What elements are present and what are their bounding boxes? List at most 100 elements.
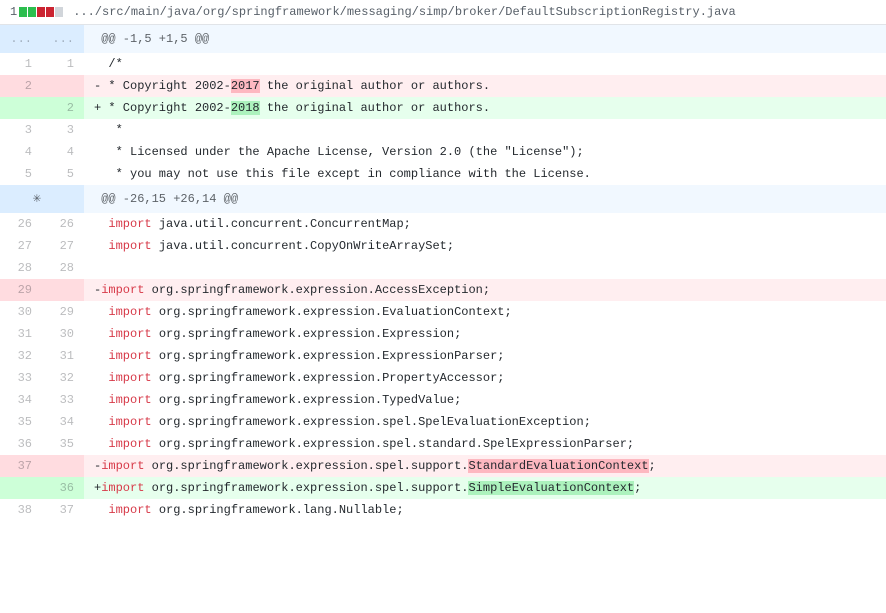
line-number-old[interactable] <box>0 477 42 499</box>
line-number-new[interactable]: 35 <box>42 433 84 455</box>
line-number-old[interactable]: 1 <box>0 53 42 75</box>
code-segment: the original author or authors. <box>260 101 490 115</box>
code-segment <box>94 371 108 385</box>
code-segment <box>94 349 108 363</box>
line-number-old[interactable]: 35 <box>0 411 42 433</box>
line-number-old[interactable]: 26 <box>0 213 42 235</box>
line-number-new[interactable]: 29 <box>42 301 84 323</box>
line-number-new[interactable] <box>42 75 84 97</box>
line-number-old[interactable]: 27 <box>0 235 42 257</box>
code-segment: org.springframework.expression.TypedValu… <box>152 393 462 407</box>
diff-line: 3635 import org.springframework.expressi… <box>0 433 886 455</box>
code-segment: /* <box>94 57 123 71</box>
diff-stat-blocks <box>19 7 63 17</box>
code-segment <box>94 393 108 407</box>
hunk-header-row: ✳ @@ -26,15 +26,14 @@ <box>0 185 886 213</box>
diff-line: 29-import org.springframework.expression… <box>0 279 886 301</box>
diff-line: 3029 import org.springframework.expressi… <box>0 301 886 323</box>
hunk-num-right[interactable]: ... <box>42 25 84 53</box>
snowflake-icon: ✳ <box>0 185 74 213</box>
code-segment: import <box>101 283 144 297</box>
code-segment: StandardEvaluationContext <box>468 459 648 473</box>
file-header: 1 .../src/main/java/org/springframework/… <box>0 0 886 25</box>
diff-line: 2 - * Copyright 2002-2017 the original au… <box>0 75 886 97</box>
line-number-new[interactable]: 34 <box>42 411 84 433</box>
expand-hunk-button[interactable]: ✳ <box>0 185 84 213</box>
code-cell: * <box>84 119 886 141</box>
code-segment: org.springframework.expression.spel.Spel… <box>152 415 591 429</box>
line-number-new[interactable]: 33 <box>42 389 84 411</box>
code-cell: import org.springframework.expression.Ev… <box>84 301 886 323</box>
line-number-new[interactable]: 3 <box>42 119 84 141</box>
code-segment: import <box>108 393 151 407</box>
diff-line: 2626 import java.util.concurrent.Concurr… <box>0 213 886 235</box>
code-segment: import <box>101 481 144 495</box>
line-number-new[interactable]: 4 <box>42 141 84 163</box>
hunk-num-left[interactable]: ... <box>0 25 42 53</box>
diff-line: 3130 import org.springframework.expressi… <box>0 323 886 345</box>
line-number-new[interactable]: 31 <box>42 345 84 367</box>
line-number-new[interactable]: 5 <box>42 163 84 185</box>
line-number-new[interactable]: 36 <box>42 477 84 499</box>
line-number-old[interactable]: 38 <box>0 499 42 521</box>
line-number-new[interactable]: 30 <box>42 323 84 345</box>
diff-body: ...... @@ -1,5 +1,5 @@11 /*2- * Copyrigh… <box>0 25 886 521</box>
line-number-new[interactable] <box>42 455 84 477</box>
line-number-old[interactable]: 30 <box>0 301 42 323</box>
code-cell: import java.util.concurrent.ConcurrentMa… <box>84 213 886 235</box>
line-number-old[interactable] <box>0 97 42 119</box>
code-segment <box>94 305 108 319</box>
code-segment: import <box>108 239 151 253</box>
code-cell: /* <box>84 53 886 75</box>
line-number-old[interactable]: 31 <box>0 323 42 345</box>
code-segment: org.springframework.expression.Evaluatio… <box>152 305 512 319</box>
line-number-new[interactable]: 1 <box>42 53 84 75</box>
code-segment: import <box>108 349 151 363</box>
code-segment: org.springframework.lang.Nullable; <box>152 503 404 517</box>
file-path[interactable]: .../src/main/java/org/springframework/me… <box>73 5 736 19</box>
line-number-old[interactable]: 4 <box>0 141 42 163</box>
line-number-new[interactable]: 28 <box>42 257 84 279</box>
line-number-new[interactable] <box>42 279 84 301</box>
diff-line: 37 -import org.springframework.expression… <box>0 455 886 477</box>
code-segment: import <box>108 415 151 429</box>
line-number-old[interactable]: 29 <box>0 279 42 301</box>
file-count: 1 <box>10 5 17 19</box>
code-segment: import <box>108 503 151 517</box>
line-number-old[interactable]: 3 <box>0 119 42 141</box>
code-cell: import org.springframework.expression.Pr… <box>84 367 886 389</box>
line-number-old[interactable]: 32 <box>0 345 42 367</box>
code-segment <box>94 503 108 517</box>
diff-line: 3534 import org.springframework.expressi… <box>0 411 886 433</box>
code-segment: - * Copyright 2002- <box>94 79 231 93</box>
code-segment: ; <box>649 459 656 473</box>
line-number-new[interactable]: 32 <box>42 367 84 389</box>
line-number-old[interactable]: 2 <box>0 75 42 97</box>
code-segment: 2017 <box>231 79 260 93</box>
diff-line: 2727 import java.util.concurrent.CopyOnW… <box>0 235 886 257</box>
diff-stat-block <box>37 7 45 17</box>
diff-line: 3332 import org.springframework.expressi… <box>0 367 886 389</box>
code-cell: +import org.springframework.expression.s… <box>84 477 886 499</box>
code-segment: * Licensed under the Apache License, Ver… <box>94 145 584 159</box>
code-segment: import <box>108 217 151 231</box>
line-number-old[interactable]: 28 <box>0 257 42 279</box>
line-number-old[interactable]: 5 <box>0 163 42 185</box>
line-number-new[interactable]: 2 <box>42 97 84 119</box>
diff-stat-block <box>19 7 27 17</box>
line-number-old[interactable]: 34 <box>0 389 42 411</box>
diff-line: 3433 import org.springframework.expressi… <box>0 389 886 411</box>
code-segment: the original author or authors. <box>260 79 490 93</box>
line-number-old[interactable]: 33 <box>0 367 42 389</box>
code-segment: import <box>108 371 151 385</box>
line-number-old[interactable]: 36 <box>0 433 42 455</box>
line-number-new[interactable]: 37 <box>42 499 84 521</box>
diff-line: 44 * Licensed under the Apache License, … <box>0 141 886 163</box>
code-segment: org.springframework.expression.Expressio… <box>152 349 505 363</box>
line-number-new[interactable]: 27 <box>42 235 84 257</box>
code-segment: org.springframework.expression.PropertyA… <box>152 371 505 385</box>
line-number-new[interactable]: 26 <box>42 213 84 235</box>
diff-line: 33 * <box>0 119 886 141</box>
line-number-old[interactable]: 37 <box>0 455 42 477</box>
code-cell: -import org.springframework.expression.s… <box>84 455 886 477</box>
